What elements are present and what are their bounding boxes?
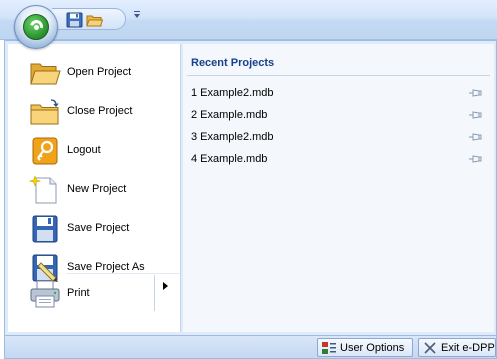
- exit-label: Exit e-DPP: [441, 341, 495, 354]
- app-logo-icon: [23, 14, 49, 40]
- recent-project-label: 1 Example2.mdb: [191, 87, 274, 99]
- submenu-arrow-icon[interactable]: [163, 282, 168, 290]
- recent-project-item[interactable]: 4 Example.mdb: [187, 148, 490, 170]
- application-menu: Open Project Close Project Logout New Pr…: [4, 40, 497, 336]
- menu-item-open-project[interactable]: Open Project: [8, 54, 180, 92]
- title-bar: [0, 0, 497, 40]
- floppy-disk-icon: [32, 215, 58, 243]
- recent-project-item[interactable]: 2 Example.mdb: [187, 104, 490, 126]
- recent-projects-title: Recent Projects: [191, 57, 275, 69]
- recent-project-item[interactable]: 1 Example2.mdb: [187, 82, 490, 104]
- application-button[interactable]: [14, 5, 58, 49]
- open-folder-icon: [30, 63, 61, 85]
- save-icon[interactable]: [66, 12, 83, 28]
- menu-item-label: Save Project: [67, 222, 130, 234]
- printer-icon: [30, 280, 60, 308]
- recent-project-label: 2 Example.mdb: [191, 109, 268, 121]
- menu-item-new-project[interactable]: New Project: [8, 171, 180, 209]
- new-document-icon: [29, 175, 57, 204]
- key-icon: [32, 137, 58, 165]
- recent-projects-divider: [187, 75, 490, 76]
- menu-separator: [66, 273, 180, 274]
- menu-footer: User Options Exit e-DPP: [4, 336, 497, 359]
- recent-project-label: 4 Example.mdb: [191, 153, 268, 165]
- menu-item-label: Logout: [67, 144, 101, 156]
- menu-item-logout[interactable]: Logout: [8, 132, 180, 170]
- split-divider: [154, 275, 155, 311]
- pin-icon[interactable]: [468, 88, 482, 98]
- quick-access-toolbar: [52, 8, 126, 30]
- recent-project-item[interactable]: 3 Example2.mdb: [187, 126, 490, 148]
- user-options-icon: [322, 341, 336, 354]
- close-folder-icon: [30, 99, 59, 125]
- menu-item-label: Print: [67, 287, 90, 299]
- pin-icon[interactable]: [468, 110, 482, 120]
- menu-item-label: Save Project As: [67, 261, 145, 273]
- customize-quick-access-button[interactable]: [132, 10, 142, 24]
- open-folder-icon[interactable]: [86, 12, 103, 28]
- pin-icon[interactable]: [468, 132, 482, 142]
- menu-commands: Open Project Close Project Logout New Pr…: [8, 44, 181, 332]
- pin-icon[interactable]: [468, 154, 482, 164]
- user-options-label: User Options: [340, 341, 405, 354]
- menu-item-save-project[interactable]: Save Project: [8, 210, 180, 248]
- menu-item-label: New Project: [67, 183, 127, 195]
- menu-item-label: Close Project: [67, 105, 133, 117]
- menu-item-close-project[interactable]: Close Project: [8, 93, 180, 131]
- user-options-button[interactable]: User Options: [317, 338, 413, 357]
- recent-projects-pane: Recent Projects 1 Example2.mdb 2 Example…: [183, 44, 494, 332]
- close-icon: [424, 341, 436, 354]
- recent-project-label: 3 Example2.mdb: [191, 131, 274, 143]
- menu-item-label: Open Project: [67, 66, 132, 78]
- exit-button[interactable]: Exit e-DPP: [418, 338, 496, 357]
- dropdown-icon: [134, 11, 140, 18]
